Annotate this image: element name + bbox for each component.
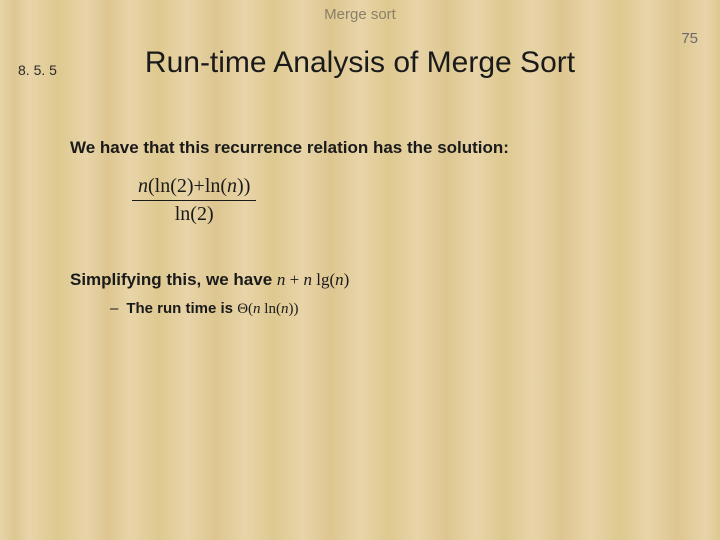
theta-symbol: Θ( bbox=[237, 301, 253, 317]
var-n-inner: n bbox=[227, 175, 237, 197]
formula-fraction: n(ln(2)+ln(n)) ln(2) bbox=[132, 175, 256, 226]
var-n: n bbox=[138, 175, 148, 197]
slide-topic-header: Merge sort bbox=[0, 0, 720, 23]
expr-close: ) bbox=[344, 270, 350, 289]
simplify-text: Simplifying this, we have n + n lg(n) bbox=[70, 270, 349, 290]
numerator-mid: (ln(2)+ln( bbox=[148, 175, 227, 197]
formula-denominator: ln(2) bbox=[132, 201, 256, 226]
expr-lg-open: lg( bbox=[312, 270, 335, 289]
page-number: 75 bbox=[681, 30, 698, 47]
slide-title: Run-time Analysis of Merge Sort bbox=[0, 46, 720, 80]
formula-numerator: n(ln(2)+ln(n)) bbox=[132, 175, 256, 200]
runtime-bullet: –The run time is Θ(n ln(n)) bbox=[110, 300, 298, 318]
intro-text: We have that this recurrence relation ha… bbox=[70, 138, 509, 158]
bullet-close: )) bbox=[288, 301, 298, 317]
expr-n2: n bbox=[303, 270, 312, 289]
simplify-prefix: Simplifying this, we have bbox=[70, 270, 277, 289]
bullet-dash: – bbox=[110, 300, 118, 317]
numerator-close: )) bbox=[237, 175, 250, 197]
expr-n3: n bbox=[335, 270, 344, 289]
bullet-n1: n bbox=[253, 301, 261, 317]
expr-plus: + bbox=[285, 270, 303, 289]
bullet-ln-open: ln( bbox=[261, 301, 281, 317]
bullet-prefix: The run time is bbox=[126, 300, 237, 317]
